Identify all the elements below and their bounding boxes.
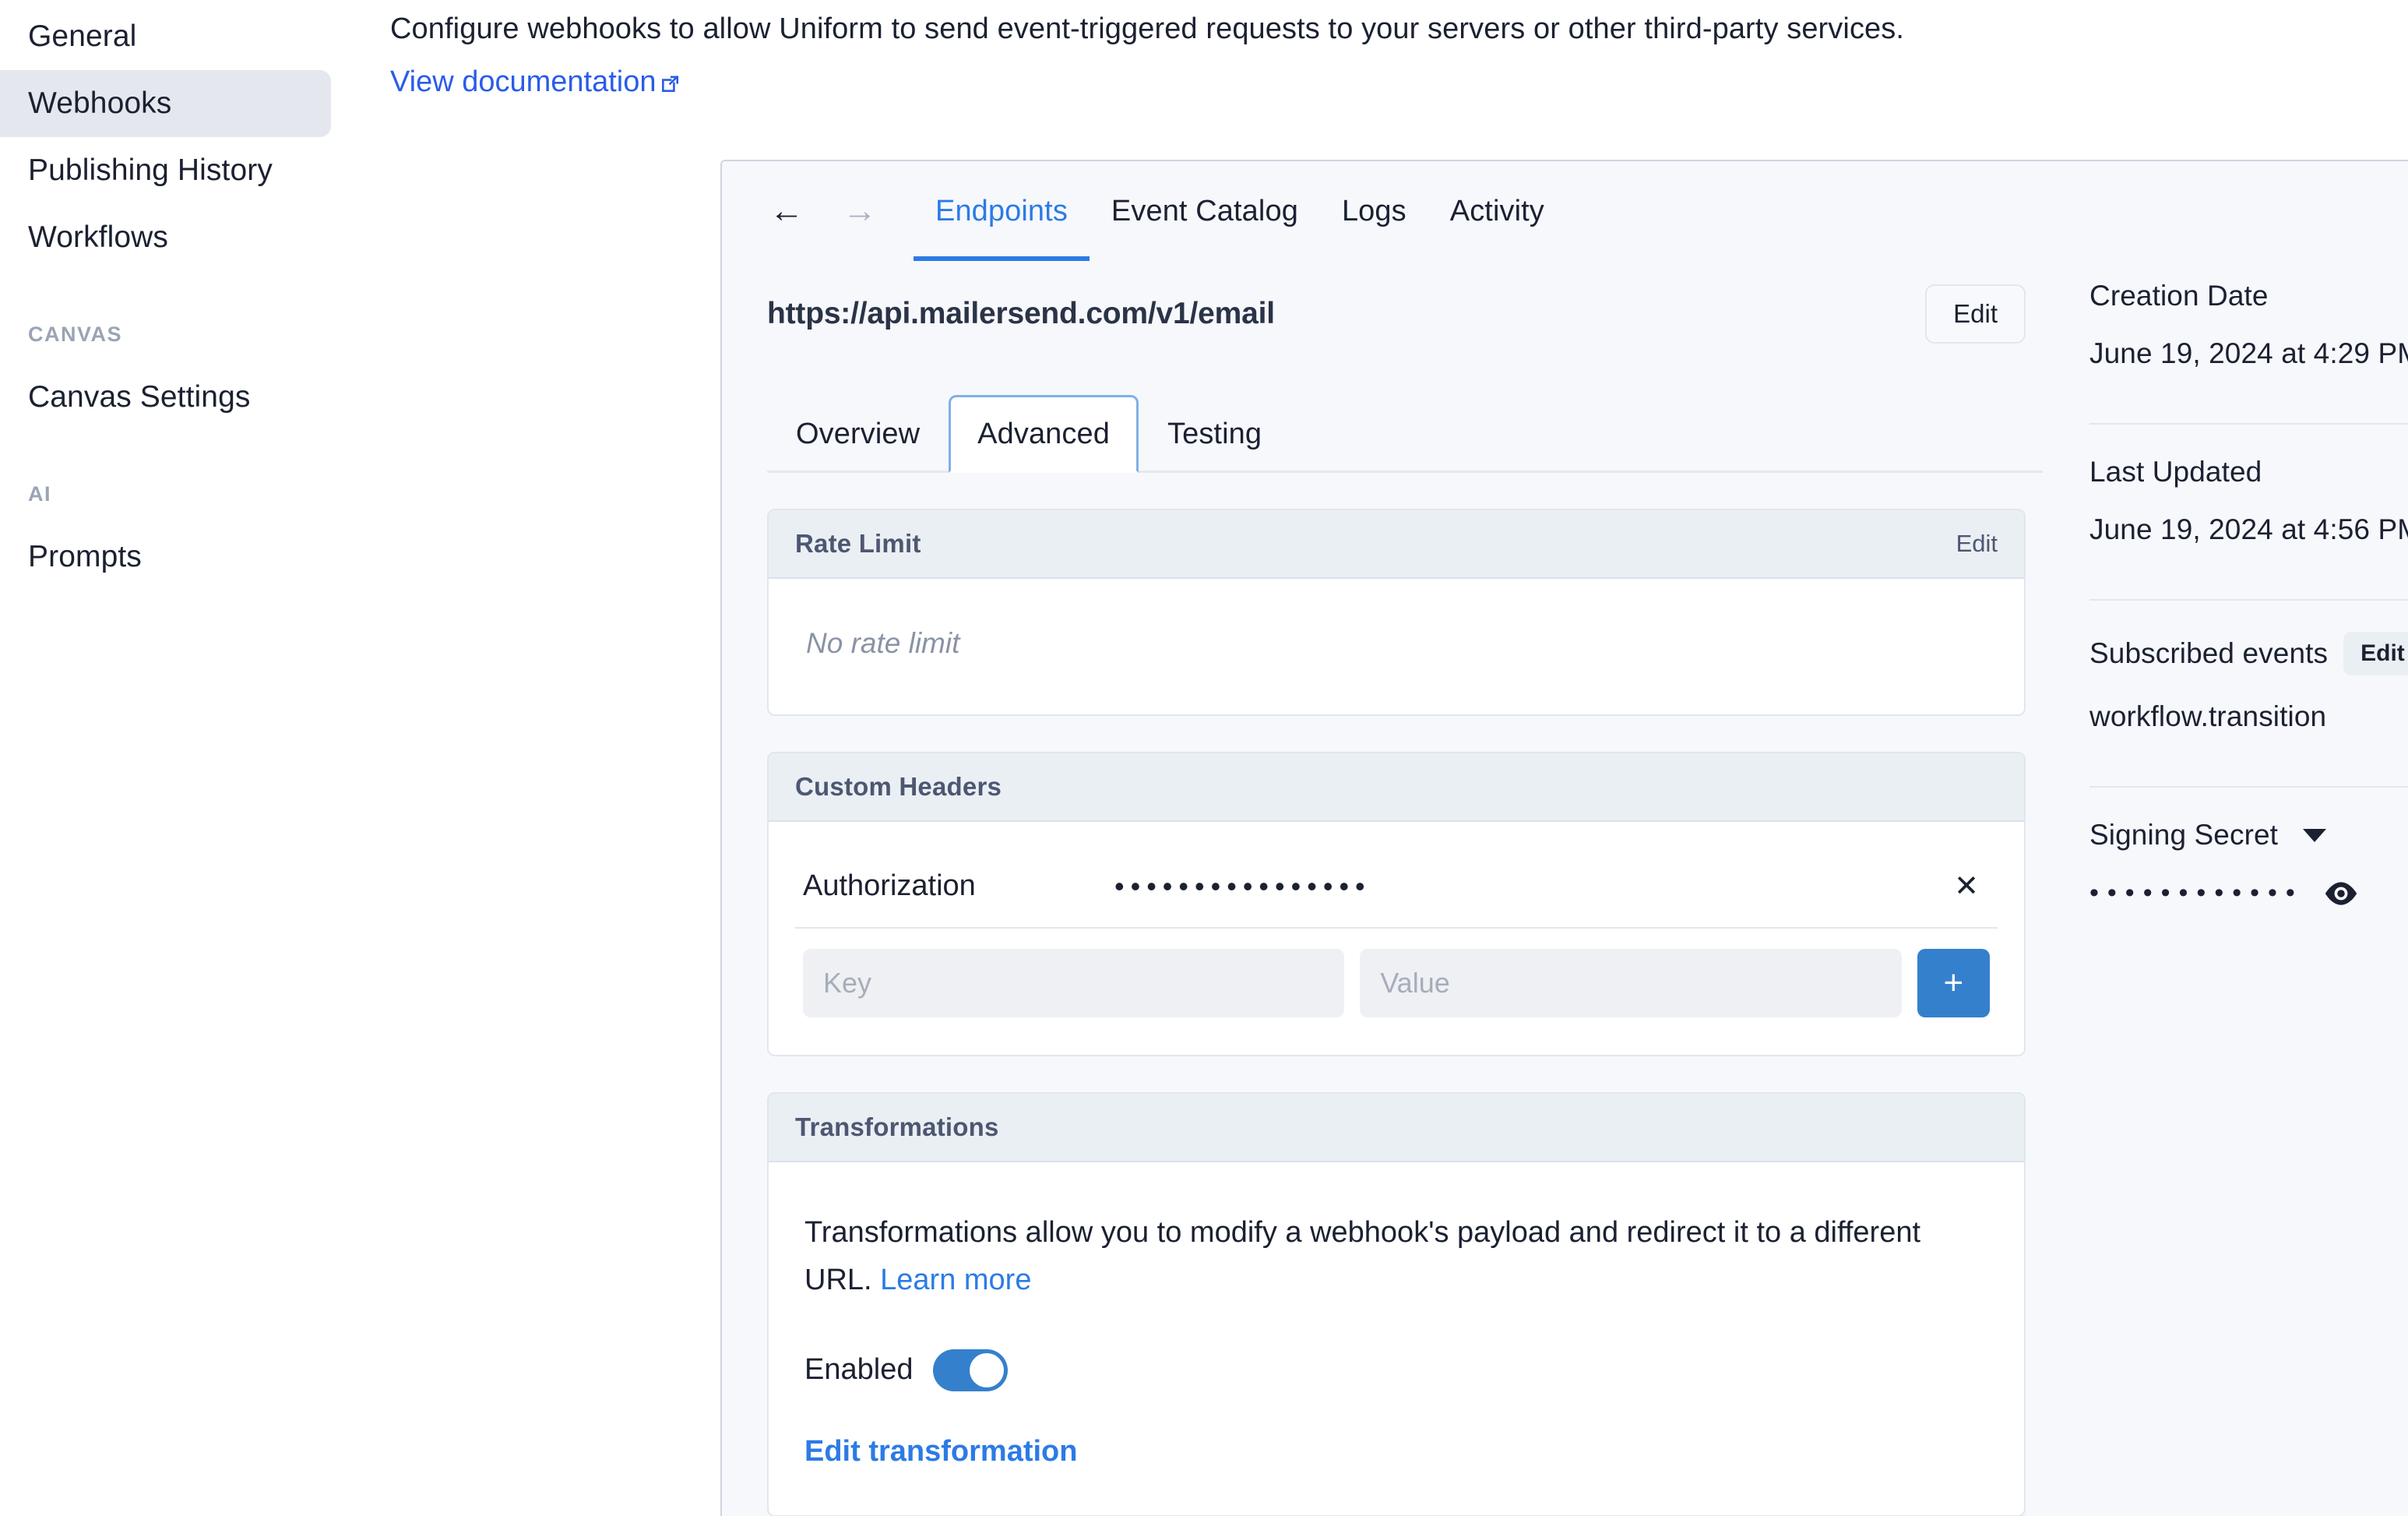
main-content: Configure webhooks to allow Uniform to s…: [331, 0, 2408, 1516]
creation-date-block: Creation Date June 19, 2024 at 4:29 PM: [2089, 280, 2408, 397]
subscribed-events-block: Subscribed events Edit workflow.transiti…: [2089, 632, 2408, 760]
subscribed-events-label: Subscribed events: [2089, 637, 2329, 669]
edit-endpoint-button[interactable]: Edit: [1925, 284, 2026, 344]
edit-rate-limit-button[interactable]: Edit: [1956, 530, 1998, 558]
tab-event-catalog[interactable]: Event Catalog: [1090, 161, 1320, 261]
custom-header-value-masked: ••••••••••••••••: [1114, 869, 1371, 902]
sidebar-item-canvas-settings[interactable]: Canvas Settings: [0, 364, 331, 431]
transformations-toggle-label: Enabled: [804, 1353, 914, 1387]
sidebar-item-label: General: [28, 19, 137, 53]
last-updated-value: June 19, 2024 at 4:56 PM: [2089, 513, 2408, 545]
panel-toolbar: ← → Endpoints Event Catalog Logs Activit…: [722, 161, 2408, 261]
transformations-card: Transformations Transformations allow yo…: [767, 1092, 2026, 1516]
sidebar-item-webhooks[interactable]: Webhooks: [0, 70, 331, 137]
external-link-icon: [660, 69, 680, 102]
tab-endpoints[interactable]: Endpoints: [914, 161, 1090, 261]
subtab-label: Testing: [1167, 417, 1262, 450]
rate-limit-title: Rate Limit: [795, 529, 921, 558]
endpoint-detail-panel: ← → Endpoints Event Catalog Logs Activit…: [720, 160, 2408, 1516]
custom-headers-card: Custom Headers Authorization •••••••••••…: [767, 752, 2026, 1056]
divider: [2089, 786, 2408, 788]
view-documentation-label: View documentation: [390, 65, 657, 99]
transformations-card-body: Transformations allow you to modify a we…: [769, 1162, 2024, 1515]
divider: [2089, 599, 2408, 601]
edit-transformation-link[interactable]: Edit transformation: [804, 1435, 1077, 1468]
sidebar-item-general[interactable]: General: [0, 3, 331, 70]
divider: [2089, 423, 2408, 425]
page-description: Configure webhooks to allow Uniform to s…: [390, 12, 1905, 45]
sidebar-item-label: Publishing History: [28, 153, 273, 187]
subscribed-events-header: Subscribed events Edit: [2089, 632, 2408, 675]
sidebar-item-prompts[interactable]: Prompts: [0, 524, 331, 591]
signing-secret-block: Signing Secret ••••••••••••: [2089, 819, 2408, 935]
edit-subscribed-events-button[interactable]: Edit: [2343, 632, 2408, 675]
subtab-label: Overview: [796, 417, 921, 450]
view-documentation-link[interactable]: View documentation: [390, 65, 680, 102]
last-updated-label: Last Updated: [2089, 456, 2262, 488]
signing-secret-label: Signing Secret: [2089, 819, 2279, 851]
arrow-right-icon[interactable]: →: [823, 175, 896, 248]
settings-sidebar: General Webhooks Publishing History Work…: [0, 0, 331, 1516]
toggle-knob: [970, 1352, 1005, 1387]
custom-headers-title: Custom Headers: [795, 772, 1002, 801]
endpoint-url: https://api.mailersend.com/v1/email: [767, 297, 1275, 330]
rate-limit-card-body: No rate limit: [769, 579, 2024, 714]
subscribed-events-value: workflow.transition: [2089, 700, 2327, 732]
endpoint-subtabs: Overview Advanced Testing: [767, 389, 2043, 473]
rate-limit-card: Rate Limit Edit No rate limit: [767, 509, 2026, 716]
arrow-left-icon[interactable]: ←: [750, 175, 823, 248]
custom-header-row: Authorization •••••••••••••••• ✕: [795, 848, 1998, 929]
panel-body: https://api.mailersend.com/v1/email Edit…: [722, 261, 2408, 1516]
subtab-overview[interactable]: Overview: [767, 395, 949, 473]
transformations-toggle-row: Enabled: [795, 1304, 1998, 1391]
sidebar-item-label: Prompts: [28, 540, 142, 573]
tab-logs[interactable]: Logs: [1320, 161, 1428, 261]
chevron-down-icon[interactable]: [2303, 828, 2327, 842]
tab-activity[interactable]: Activity: [1428, 161, 1566, 261]
rate-limit-empty-text: No rate limit: [806, 627, 960, 659]
transformations-card-header: Transformations: [769, 1094, 2024, 1162]
sidebar-item-label: Workflows: [28, 220, 169, 254]
custom-header-key: Authorization: [803, 869, 976, 902]
custom-header-value-input[interactable]: [1360, 949, 1902, 1017]
sidebar-item-workflows[interactable]: Workflows: [0, 204, 331, 271]
subtab-advanced[interactable]: Advanced: [949, 395, 1139, 473]
tab-label: Endpoints: [935, 194, 1068, 227]
custom-headers-card-body: Authorization •••••••••••••••• ✕ +: [769, 822, 2024, 1055]
learn-more-link[interactable]: Learn more: [880, 1264, 1031, 1296]
close-icon[interactable]: ✕: [1943, 869, 1990, 904]
sidebar-group-ai: AI: [28, 482, 51, 506]
sidebar-item-publishing-history[interactable]: Publishing History: [0, 137, 331, 204]
subtab-testing[interactable]: Testing: [1139, 395, 1290, 473]
creation-date-value: June 19, 2024 at 4:29 PM: [2089, 337, 2408, 369]
eye-icon[interactable]: [2324, 881, 2358, 905]
sidebar-item-label: Webhooks: [28, 86, 172, 120]
last-updated-block: Last Updated June 19, 2024 at 4:56 PM: [2089, 456, 2408, 573]
custom-headers-card-header: Custom Headers: [769, 753, 2024, 822]
tab-label: Logs: [1341, 194, 1406, 227]
subtab-label: Advanced: [977, 417, 1110, 450]
signing-secret-header[interactable]: Signing Secret: [2089, 819, 2408, 851]
transformations-title: Transformations: [795, 1112, 999, 1141]
rate-limit-card-header: Rate Limit Edit: [769, 510, 2024, 579]
signing-secret-value-row: ••••••••••••: [2089, 878, 2408, 908]
tab-label: Activity: [1449, 194, 1544, 227]
endpoint-header: https://api.mailersend.com/v1/email Edit: [750, 261, 2043, 344]
creation-date-label: Creation Date: [2089, 280, 2269, 312]
sidebar-item-label: Canvas Settings: [28, 380, 251, 414]
transformations-enabled-toggle[interactable]: [933, 1349, 1009, 1391]
custom-header-key-input[interactable]: [803, 949, 1345, 1017]
transformations-description: Transformations allow you to modify a we…: [795, 1189, 1987, 1304]
panel-tabs: Endpoints Event Catalog Logs Activity: [914, 161, 1566, 261]
sidebar-group-canvas: CANVAS: [28, 323, 123, 346]
custom-header-new-row: +: [795, 929, 1998, 1028]
endpoint-meta-column: Creation Date June 19, 2024 at 4:29 PM L…: [2043, 261, 2408, 1516]
add-custom-header-button[interactable]: +: [1917, 949, 1991, 1017]
endpoint-settings-column: https://api.mailersend.com/v1/email Edit…: [750, 261, 2043, 1516]
signing-secret-masked: ••••••••••••: [2089, 878, 2304, 908]
settings-page: General Webhooks Publishing History Work…: [0, 0, 2408, 1516]
tab-label: Event Catalog: [1111, 194, 1298, 227]
